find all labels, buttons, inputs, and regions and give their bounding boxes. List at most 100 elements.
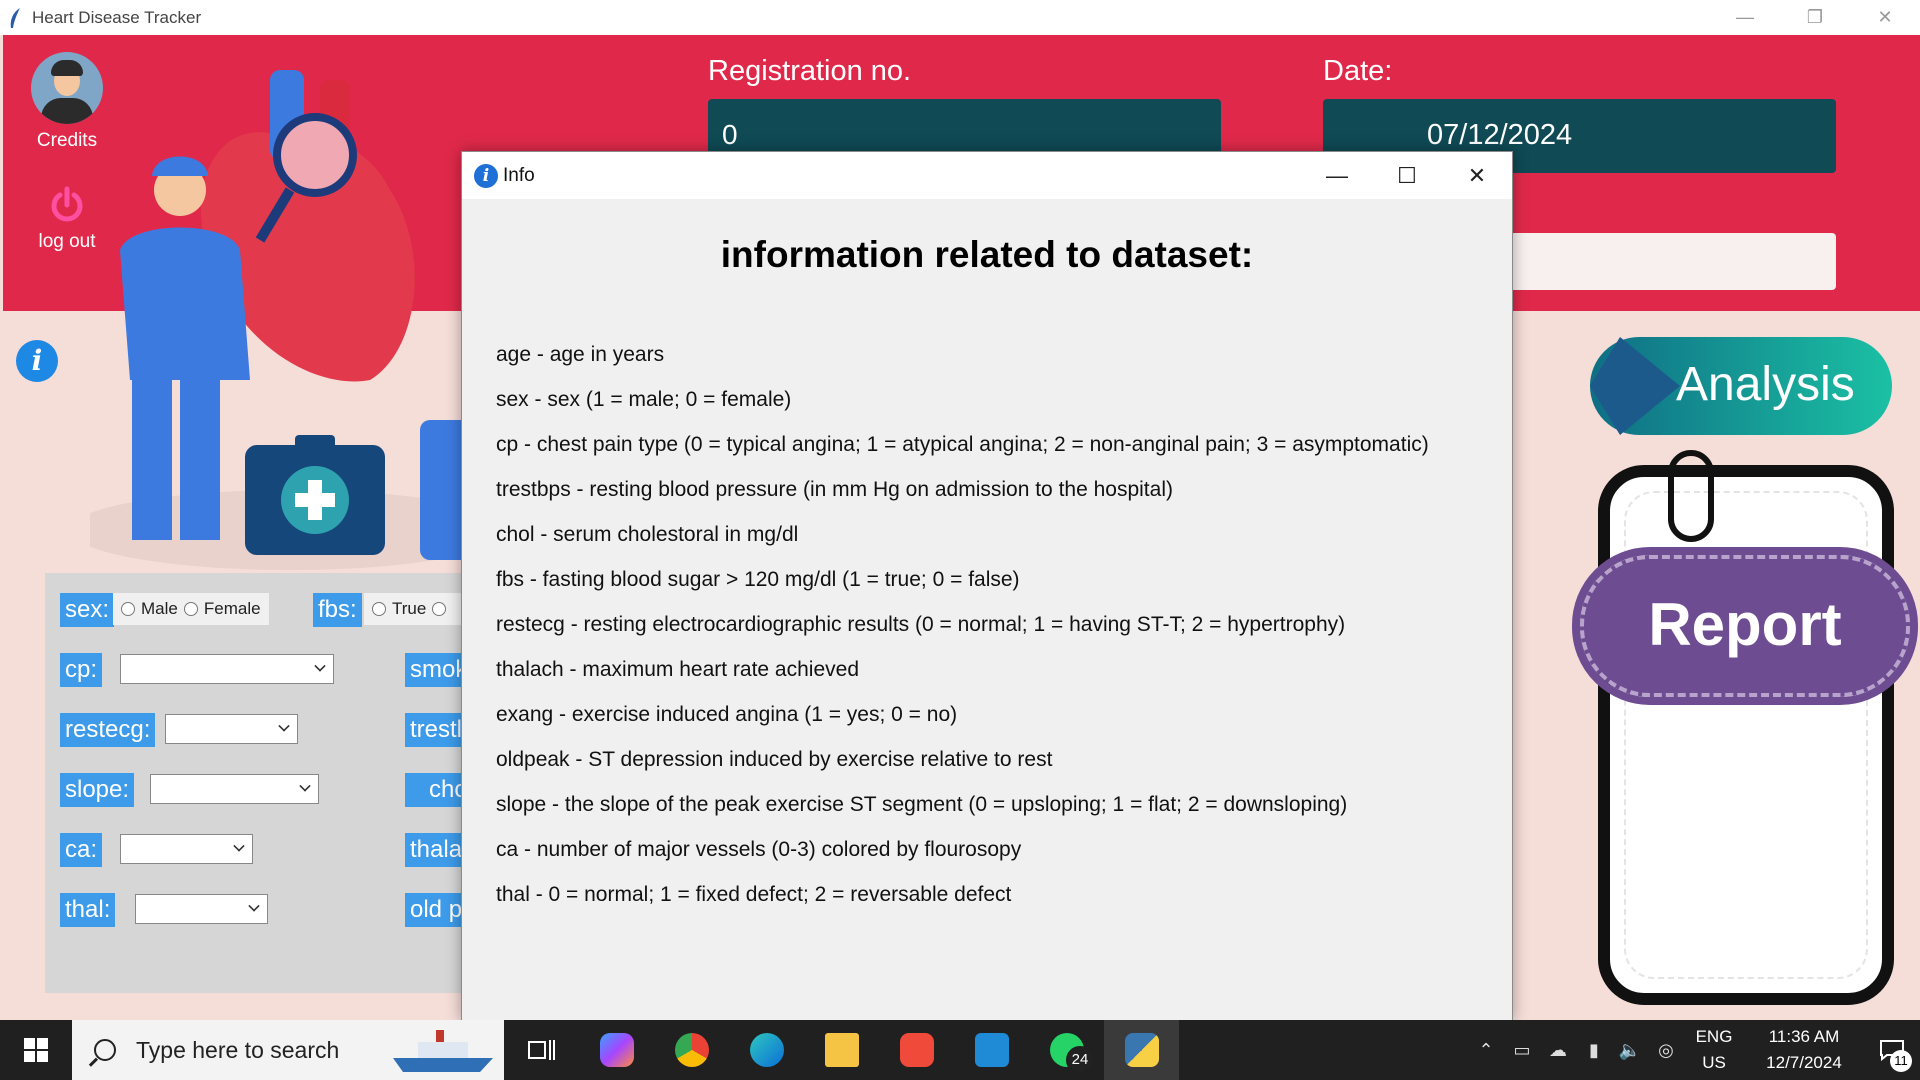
camera-app-icon: [899, 1033, 934, 1067]
windows-icon: [24, 1038, 48, 1062]
window-title: Heart Disease Tracker: [32, 7, 202, 27]
restecg-select[interactable]: [165, 714, 298, 744]
report-button[interactable]: Report: [1572, 547, 1918, 705]
analysis-button[interactable]: Analysis: [1590, 337, 1892, 435]
cp-label: cp:: [60, 653, 103, 687]
sex-radio-group: Male Female: [113, 593, 269, 625]
analysis-label: Analysis: [1676, 358, 1855, 411]
file-explorer-button[interactable]: [804, 1020, 879, 1080]
date-label: Date:: [1323, 55, 1393, 87]
feather-icon: [10, 7, 20, 28]
system-tray: ⌃ ▭ ☁ ▮ 🔈 ◎ ENG US 11:36 AM 12/7/2024 11: [1468, 1020, 1920, 1080]
sex-label: sex:: [60, 593, 115, 627]
info-icon: i: [474, 163, 498, 188]
lang-code: ENG: [1695, 1027, 1733, 1046]
thalach-label: thala: [405, 833, 461, 867]
taskbar: Type here to search 24 ⌃ ▭ ☁ ▮ 🔈 ◎ ENG U…: [0, 1020, 1920, 1080]
dialog-title: Info: [503, 164, 535, 186]
paperclip-icon: [1668, 450, 1714, 542]
notification-button[interactable]: 11: [1864, 1020, 1920, 1080]
app-red-button[interactable]: [879, 1020, 954, 1080]
vscode-icon: [974, 1033, 1009, 1067]
minimize-button[interactable]: —: [1710, 0, 1780, 35]
power-icon: [47, 185, 87, 225]
slope-select[interactable]: [150, 774, 319, 804]
fbs-false-radio[interactable]: [432, 602, 447, 616]
ca-select[interactable]: [120, 834, 253, 864]
fbs-true-radio[interactable]: [372, 602, 386, 616]
logout-label: log out: [38, 231, 96, 252]
search-icon: [94, 1039, 116, 1061]
chol-label: cho: [405, 773, 461, 807]
info-line-oldpeak: oldpeak - ST depression induced by exerc…: [496, 748, 1053, 771]
sex-female-radio[interactable]: [183, 602, 198, 616]
taskbar-search[interactable]: Type here to search: [72, 1020, 504, 1080]
restore-button[interactable]: ❐: [1780, 0, 1850, 35]
info-line-cp: cp - chest pain type (0 = typical angina…: [496, 433, 1429, 456]
task-view-icon: [527, 1040, 555, 1060]
info-line-age: age - age in years: [496, 343, 665, 366]
onedrive-icon[interactable]: ☁: [1540, 1040, 1576, 1061]
copilot-button[interactable]: [579, 1020, 654, 1080]
edge-icon: [749, 1033, 784, 1067]
sex-female-label: Female: [203, 599, 261, 618]
chevron-down-icon: [314, 660, 326, 672]
oldpeak-label: old p: [405, 893, 461, 927]
thal-label: thal:: [60, 893, 116, 927]
info-line-slope: slope - the slope of the peak exercise S…: [496, 793, 1348, 816]
registration-label: Registration no.: [708, 55, 912, 87]
battery-icon[interactable]: ▮: [1576, 1040, 1612, 1061]
sex-male-label: Male: [141, 599, 178, 618]
python-app-button[interactable]: [1104, 1020, 1179, 1080]
network-icon[interactable]: ◎: [1648, 1040, 1684, 1061]
ship-icon: [393, 1030, 493, 1072]
dialog-maximize-button[interactable]: ☐: [1372, 152, 1442, 199]
clock-date: 12/7/2024: [1766, 1053, 1842, 1072]
search-placeholder: Type here to search: [136, 1036, 340, 1063]
whatsapp-badge: 24: [1066, 1046, 1094, 1074]
fbs-true-label: True: [392, 599, 427, 618]
info-line-ca: ca - number of major vessels (0-3) color…: [496, 838, 1022, 861]
chrome-button[interactable]: [654, 1020, 729, 1080]
info-line-thal: thal - 0 = normal; 1 = fixed defect; 2 =…: [496, 883, 1012, 906]
clock-time: 11:36 AM: [1768, 1027, 1840, 1046]
volume-icon[interactable]: 🔈: [1612, 1040, 1648, 1061]
chrome-icon: [674, 1033, 709, 1067]
fbs-radio-group: True: [364, 593, 462, 625]
dialog-heading: information related to dataset:: [720, 234, 1254, 275]
clock[interactable]: 11:36 AM 12/7/2024: [1744, 1024, 1864, 1076]
task-view-button[interactable]: [504, 1020, 579, 1080]
notification-count: 11: [1890, 1050, 1912, 1072]
info-line-thalach: thalach - maximum heart rate achieved: [496, 658, 859, 681]
dialog-close-button[interactable]: ✕: [1442, 152, 1512, 199]
chevron-up-icon[interactable]: ⌃: [1468, 1040, 1504, 1061]
trestbps-label: trestl: [405, 713, 461, 747]
info-line-fbs: fbs - fasting blood sugar > 120 mg/dl (1…: [496, 568, 1020, 591]
language-indicator[interactable]: ENG US: [1684, 1024, 1744, 1076]
folder-icon: [824, 1033, 859, 1067]
info-line-restecg: restecg - resting electrocardiographic r…: [496, 613, 1346, 636]
info-button[interactable]: i: [16, 340, 58, 382]
fbs-label: fbs:: [313, 593, 362, 627]
whatsapp-button[interactable]: 24: [1029, 1020, 1104, 1080]
edge-button[interactable]: [729, 1020, 804, 1080]
slope-label: slope:: [60, 773, 135, 807]
sex-male-radio[interactable]: [121, 602, 135, 616]
restecg-label: restecg:: [60, 713, 156, 747]
python-icon: [1124, 1033, 1159, 1067]
dialog-titlebar: i Info — ☐ ✕: [462, 152, 1512, 199]
meet-icon[interactable]: ▭: [1504, 1040, 1540, 1061]
thal-select[interactable]: [135, 894, 268, 924]
chevron-down-icon: [233, 840, 245, 852]
app-titlebar: Heart Disease Tracker — ❐ ✕: [0, 0, 1920, 35]
start-button[interactable]: [0, 1020, 72, 1080]
info-line-chol: chol - serum cholestoral in mg/dl: [496, 523, 799, 546]
dialog-minimize-button[interactable]: —: [1302, 152, 1372, 199]
close-button[interactable]: ✕: [1850, 0, 1920, 35]
info-line-trestbps: trestbps - resting blood pressure (in mm…: [496, 478, 1173, 501]
vscode-button[interactable]: [954, 1020, 1029, 1080]
smoking-label: smok: [405, 653, 461, 687]
chevron-down-icon: [299, 780, 311, 792]
cp-select[interactable]: [120, 654, 334, 684]
chevron-down-icon: [248, 900, 260, 912]
